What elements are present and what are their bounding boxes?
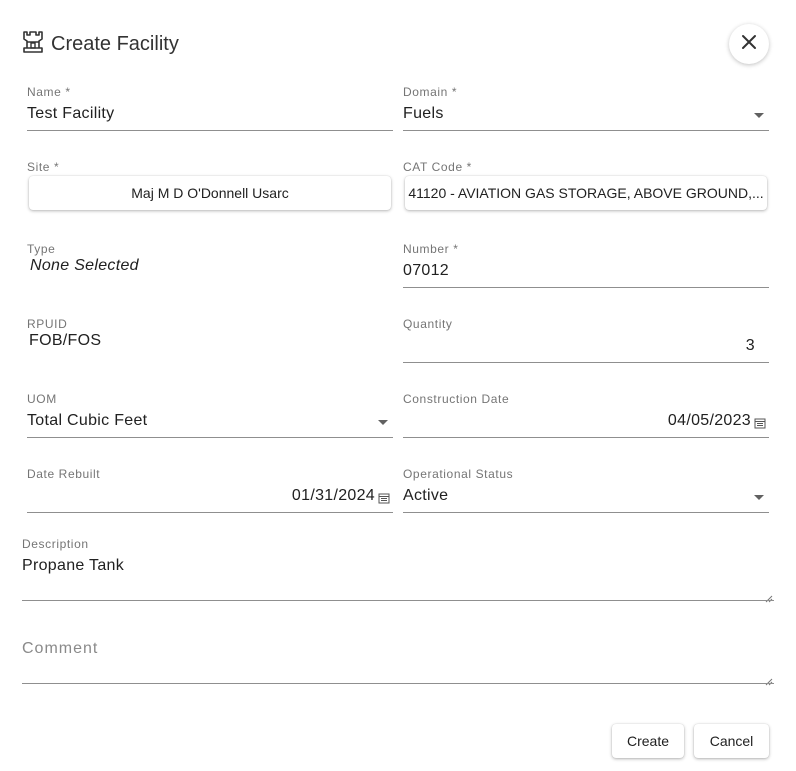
date-rebuilt-underline	[27, 512, 393, 513]
domain-label: Domain *	[403, 85, 458, 99]
number-input[interactable]: 07012	[403, 262, 769, 280]
construction-date-label: Construction Date	[403, 392, 510, 406]
close-button[interactable]	[729, 24, 769, 64]
type-value[interactable]: None Selected	[30, 257, 139, 275]
site-label: Site *	[27, 160, 60, 174]
close-icon	[741, 34, 757, 55]
date-rebuilt-label: Date Rebuilt	[27, 467, 101, 481]
domain-select[interactable]: Fuels	[403, 105, 743, 123]
resize-handle-icon[interactable]	[765, 673, 773, 686]
uom-select[interactable]: Total Cubic Feet	[27, 412, 367, 430]
create-button[interactable]: Create	[612, 724, 684, 758]
number-label: Number *	[403, 242, 459, 256]
description-underline	[22, 600, 774, 601]
quantity-label: Quantity	[403, 317, 453, 331]
dialog-title: Create Facility	[51, 32, 179, 55]
domain-underline	[403, 130, 769, 131]
construction-date-input[interactable]: 04/05/2023	[403, 412, 751, 430]
calendar-icon[interactable]	[754, 416, 766, 434]
comment-textarea[interactable]: Comment	[22, 640, 98, 658]
uom-underline	[27, 437, 393, 438]
name-input[interactable]: Test Facility	[27, 105, 393, 123]
resize-handle-icon[interactable]	[765, 590, 773, 603]
castle-icon	[21, 30, 45, 59]
date-rebuilt-input[interactable]: 01/31/2024	[27, 487, 375, 505]
number-underline	[403, 287, 769, 288]
name-underline	[27, 130, 393, 131]
uom-label: UOM	[27, 392, 57, 406]
rpuid-value: FOB/FOS	[29, 332, 102, 349]
name-label: Name *	[27, 85, 71, 99]
description-textarea[interactable]: Propane Tank	[22, 557, 762, 575]
rpuid-label: RPUID	[27, 317, 68, 331]
chevron-down-icon[interactable]	[754, 113, 764, 118]
calendar-icon[interactable]	[378, 491, 390, 509]
operational-status-label: Operational Status	[403, 467, 514, 481]
chevron-down-icon[interactable]	[378, 420, 388, 425]
construction-date-underline	[403, 437, 769, 438]
type-label: Type	[27, 242, 56, 256]
cat-code-selector-button[interactable]: 41120 - AVIATION GAS STORAGE, ABOVE GROU…	[405, 176, 767, 210]
chevron-down-icon[interactable]	[754, 495, 764, 500]
comment-underline	[22, 683, 774, 684]
quantity-input[interactable]: 3	[403, 337, 755, 355]
operational-status-select[interactable]: Active	[403, 487, 743, 505]
cancel-button[interactable]: Cancel	[694, 724, 769, 758]
operational-status-underline	[403, 512, 769, 513]
site-selector-button[interactable]: Maj M D O'Donnell Usarc	[29, 176, 391, 210]
description-label: Description	[22, 537, 89, 551]
cat-code-label: CAT Code *	[403, 160, 472, 174]
quantity-underline	[403, 362, 769, 363]
dialog-header: Create Facility	[21, 30, 179, 58]
